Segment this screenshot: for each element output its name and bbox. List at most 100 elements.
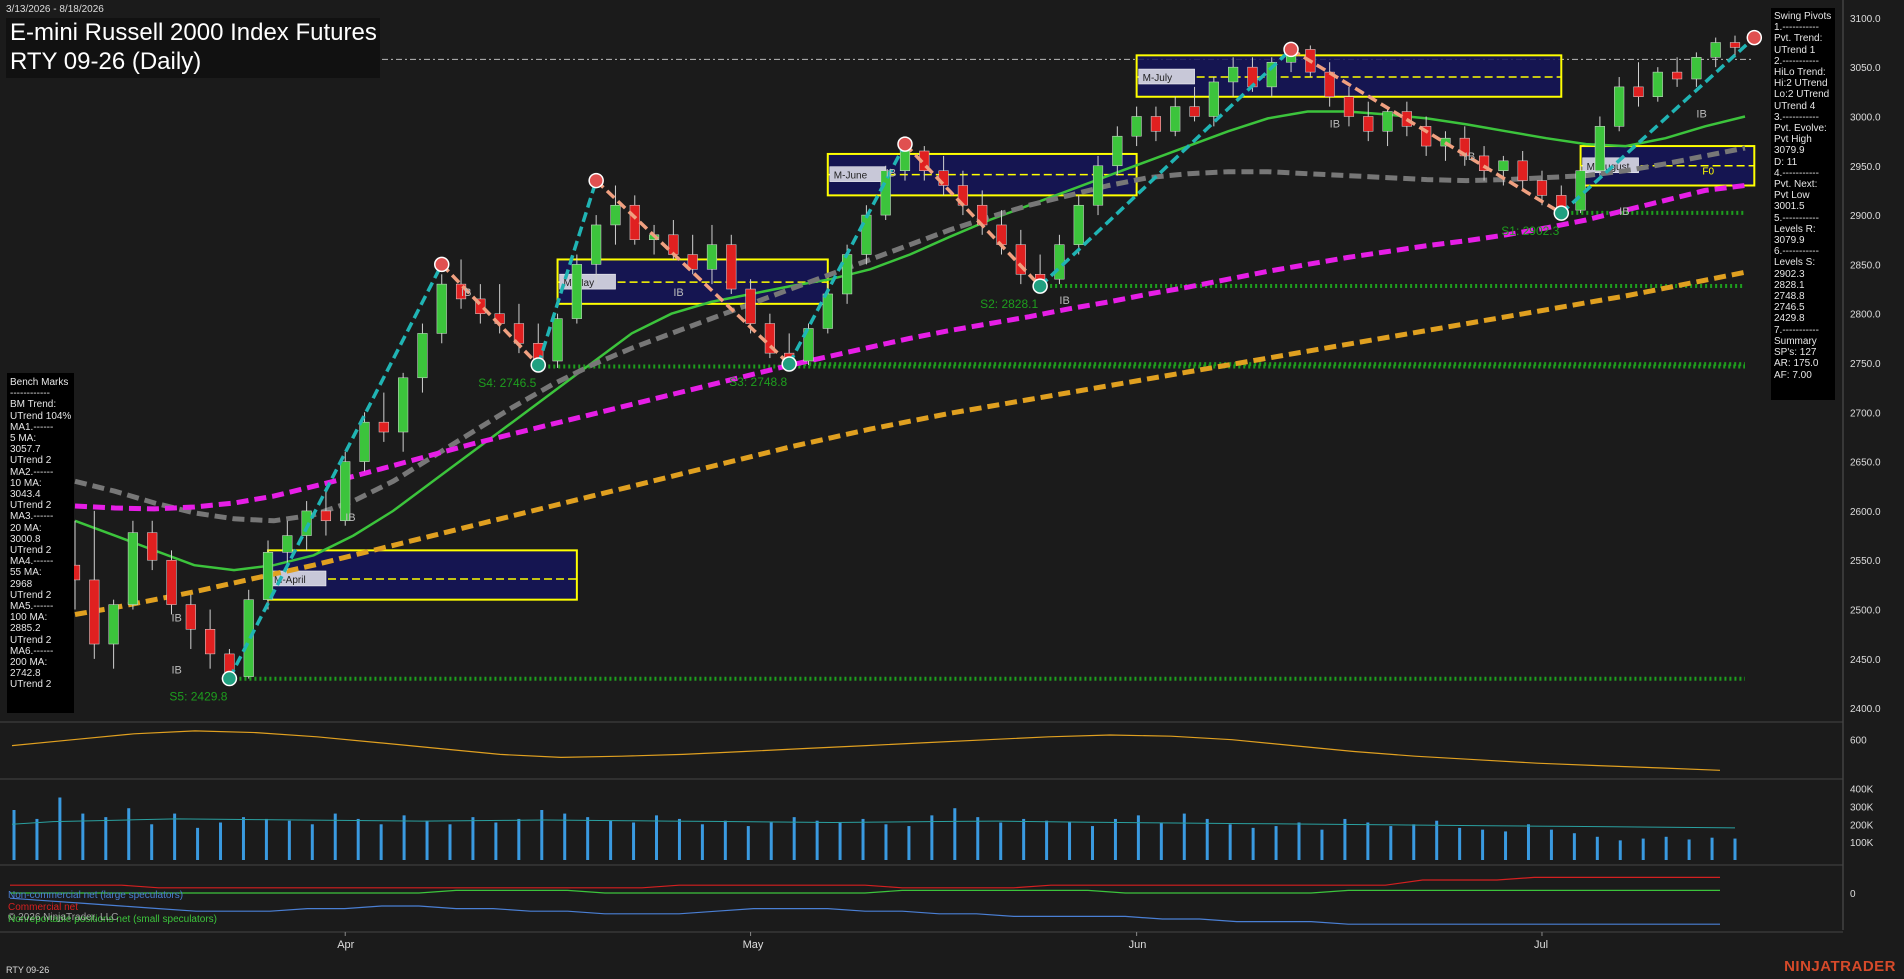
swing-point-marker: [588, 172, 604, 189]
bench-mark-line: 3043.4: [10, 489, 41, 501]
ib-label: IB: [1465, 151, 1475, 163]
candle-body: [147, 532, 158, 561]
candle-body: [378, 421, 389, 433]
f0-label: F0: [1702, 167, 1714, 178]
chart-title: E-mini Russell 2000 Index Futures: [10, 19, 377, 46]
ib-label: IB: [172, 612, 182, 624]
copyright: © 2026 NinjaTrader, LLC: [8, 912, 119, 923]
bench-mark-line: MA3.------: [10, 511, 54, 523]
bench-mark-line: 3000.8: [10, 533, 41, 545]
price-tick-label: 2600.0: [1850, 507, 1881, 518]
swing-pivot-line: Pvt. Evolve:: [1774, 123, 1827, 135]
swing-pivot-line: 1.-----------: [1774, 22, 1819, 34]
candle-body: [1652, 71, 1663, 97]
candle-body: [668, 234, 679, 255]
price-tick-label: 2450.0: [1850, 655, 1881, 666]
candle-body: [1536, 180, 1548, 196]
atr-tick: 600: [1850, 736, 1867, 747]
swing-point-marker: [530, 357, 547, 373]
swing-point-marker: [1746, 29, 1763, 46]
month-label: Jul: [1534, 939, 1548, 951]
swing-pivot-line: 4.-----------: [1774, 167, 1819, 179]
candle-body: [861, 214, 872, 255]
swing-pivot-line: 2429.8: [1774, 313, 1805, 325]
bench-mark-line: BM Trend:: [10, 399, 57, 411]
swing-pivot-line: 2902.3: [1774, 268, 1805, 280]
cot-zero-tick: 0: [1850, 889, 1856, 900]
swing-point-marker: [781, 356, 797, 372]
bench-mark-line: UTrend 2: [10, 634, 52, 646]
candle-body: [629, 204, 640, 240]
swing-pivot-line: 3.-----------: [1774, 111, 1819, 123]
price-tick-label: 2750.0: [1850, 359, 1881, 370]
ib-label: IB: [1696, 108, 1706, 120]
candle-body: [185, 604, 196, 630]
candle-body: [89, 579, 100, 645]
candle-body: [1614, 86, 1625, 127]
candle-body: [1228, 66, 1239, 83]
legend-noncommercial: Non-commercial net (large speculators): [8, 890, 184, 901]
bench-mark-line: 2968: [10, 578, 33, 590]
candle-body: [1343, 96, 1355, 117]
candle-body: [1363, 116, 1374, 132]
bench-mark-line: 55 MA:: [10, 567, 42, 579]
swing-pivot-line: 2748.8: [1774, 291, 1805, 303]
candle-body: [899, 150, 911, 171]
candle-body: [436, 283, 447, 334]
price-tick-label: 2950.0: [1850, 162, 1881, 173]
bench-mark-line: MA6.------: [10, 645, 54, 657]
candle-body: [610, 204, 621, 226]
ninjatrader-logo: NINJATRADER: [1784, 958, 1896, 975]
candle-body: [1189, 106, 1200, 117]
volume-tick: 400K: [1850, 785, 1874, 796]
swing-pivot-line: Lo:2 UTrend: [1774, 89, 1830, 101]
bench-mark-line: UTrend 2: [10, 500, 52, 512]
price-axis: 2400.0 2450.0 2500.0 2550.0 2600.0 2650.0 2700…: [1850, 14, 1881, 715]
bench-mark-line: UTrend 2: [10, 679, 52, 691]
candle-body: [1150, 116, 1162, 132]
bench-mark-line: UTrend 104%: [10, 410, 72, 422]
bench-mark-line: MA2.------: [10, 466, 54, 478]
bench-mark-line: 100 MA:: [10, 612, 48, 624]
swing-low-label: S4: 2746.5: [478, 376, 536, 390]
price-tick-label: 3000.0: [1850, 112, 1881, 123]
candle-body: [417, 333, 428, 379]
swing-pivot-line: AR: 175.0: [1774, 358, 1819, 370]
swing-pivot-line: UTrend 1: [1774, 44, 1816, 56]
swing-pivot-line: 3079.9: [1774, 235, 1805, 247]
ib-label: IB: [1059, 295, 1069, 307]
swing-pivot-line: Swing Pivots: [1774, 11, 1832, 22]
bench-mark-line: MA4.------: [10, 556, 54, 568]
price-tick-label: 2650.0: [1850, 458, 1881, 469]
candle-body: [205, 629, 216, 655]
swing-pivot-line: Pvt High: [1774, 134, 1812, 146]
pivot-box-label: M-July: [1143, 73, 1172, 84]
date-range: 3/13/2026 - 8/18/2026: [6, 4, 104, 15]
candle-body: [1170, 106, 1181, 132]
swing-pivot-line: Pvt. Next:: [1774, 179, 1818, 191]
candle-body: [1594, 126, 1605, 171]
bench-mark-line: ------------: [10, 388, 50, 400]
candle-body: [1131, 116, 1142, 137]
swing-pivots-panel: Swing Pivots 1.----------- Pvt. Trend: UTre…: [1771, 8, 1835, 400]
swing-point-marker: [1553, 205, 1570, 221]
ib-label: IB: [1619, 206, 1629, 218]
pivot-box-label: M-June: [834, 171, 868, 182]
swing-pivot-line: Summary: [1774, 335, 1817, 347]
candle-body: [1054, 244, 1065, 280]
bench-mark-line: UTrend 2: [10, 455, 52, 467]
candle-body: [1092, 165, 1104, 206]
swing-pivot-line: HiLo Trend:: [1774, 67, 1826, 79]
price-tick-label: 3050.0: [1850, 63, 1881, 74]
bench-mark-line: 2742.8: [10, 668, 41, 680]
swing-pivot-line: D: 11: [1774, 156, 1798, 168]
candle-body: [745, 288, 756, 324]
candle-body: [1729, 42, 1741, 48]
swing-pivot-line: Levels R:: [1774, 223, 1816, 235]
price-tick-label: 2400.0: [1850, 704, 1881, 715]
candle-body: [1691, 57, 1702, 80]
swing-pivot-line: 3001.5: [1774, 201, 1805, 213]
price-tick-label: 2550.0: [1850, 556, 1881, 567]
candle-body: [262, 552, 274, 600]
bench-mark-line: 10 MA:: [10, 477, 42, 489]
